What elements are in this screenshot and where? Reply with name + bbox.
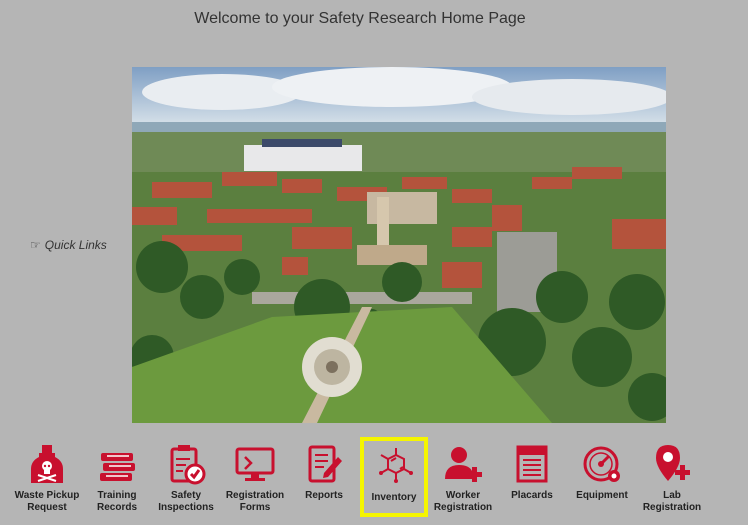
- inventory-button[interactable]: Inventory: [360, 437, 428, 517]
- worker-registration-label: Worker Registration: [433, 490, 493, 513]
- monitor-icon: [235, 447, 275, 481]
- safety-inspections-label: Safety Inspections: [158, 490, 214, 513]
- quick-links-label: Quick Links: [44, 238, 107, 252]
- lab-registration-button[interactable]: Lab Registration: [638, 437, 706, 521]
- gauge-icon: [583, 446, 620, 482]
- page-title: Welcome to your Safety Research Home Pag…: [194, 10, 526, 27]
- registration-forms-label: Registration Forms: [225, 490, 285, 513]
- user-plus-icon: [445, 447, 482, 482]
- campus-aerial-image: [132, 67, 666, 423]
- equipment-label: Equipment: [576, 490, 628, 501]
- molecule-icon: [379, 448, 413, 483]
- safety-inspections-button[interactable]: Safety Inspections: [152, 437, 220, 521]
- worker-registration-button[interactable]: Worker Registration: [429, 437, 497, 521]
- quick-links[interactable]: ☞ Quick Links: [30, 238, 107, 252]
- map-pin-plus-icon: [656, 445, 690, 481]
- training-records-button[interactable]: Training Records: [83, 437, 151, 521]
- aerial-photo-illustration: [132, 67, 666, 423]
- inventory-label: Inventory: [371, 492, 417, 503]
- waste-pickup-request-button[interactable]: Waste Pickup Request: [13, 437, 81, 521]
- placards-button[interactable]: Placards: [498, 437, 566, 521]
- report-pencil-icon: [308, 445, 342, 483]
- reports-button[interactable]: Reports: [290, 437, 358, 521]
- bottle-skull-icon: [31, 445, 63, 483]
- clipboard-check-icon: [170, 445, 206, 485]
- caution-placard-icon: [516, 445, 548, 483]
- training-records-label: Training Records: [96, 490, 137, 513]
- waste-pickup-request-label: Waste Pickup Request: [14, 490, 80, 513]
- books-icon: [100, 453, 135, 481]
- reports-label: Reports: [305, 490, 343, 501]
- lab-registration-label: Lab Registration: [642, 490, 702, 513]
- registration-forms-button[interactable]: Registration Forms: [221, 437, 289, 521]
- equipment-button[interactable]: Equipment: [568, 437, 636, 521]
- quick-links-toolbar: Waste Pickup Request Training Records Sa…: [0, 437, 748, 525]
- pointing-hand-icon: ☞: [30, 238, 41, 252]
- placards-label: Placards: [511, 490, 553, 501]
